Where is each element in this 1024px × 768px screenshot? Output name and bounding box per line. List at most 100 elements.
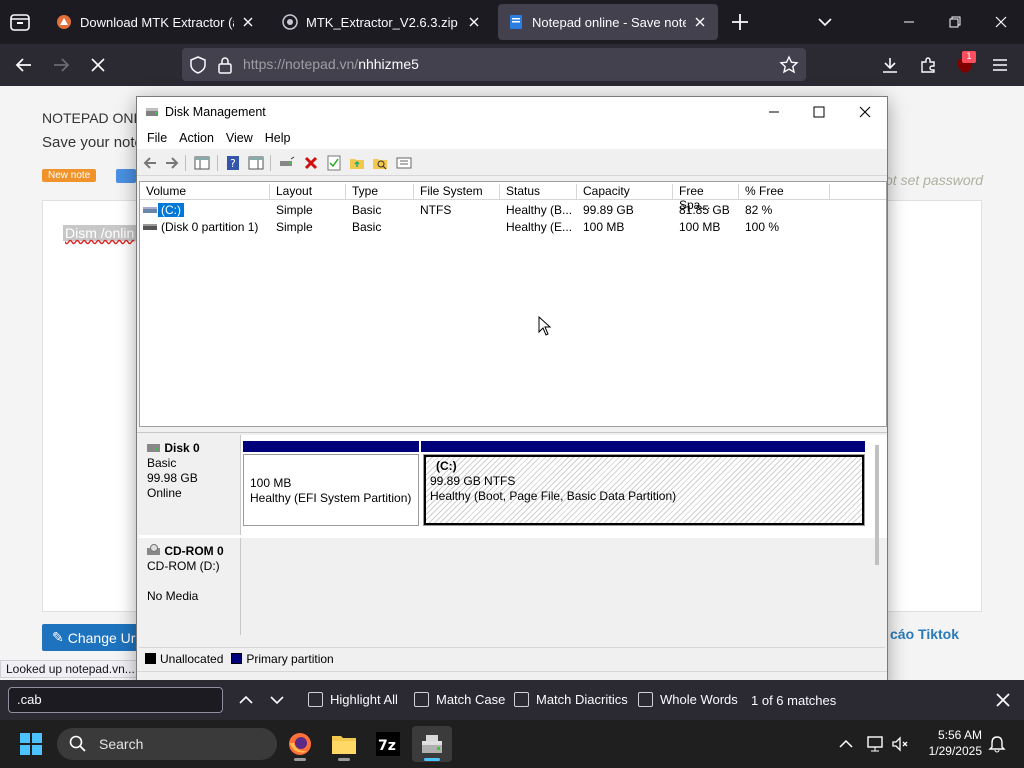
menu-file[interactable]: File <box>141 127 173 149</box>
page-title: NOTEPAD ONL <box>42 110 142 126</box>
cdrom0-label[interactable]: CD-ROM 0 CD-ROM (D:) No Media <box>139 538 241 635</box>
legend-primary: Primary partition <box>246 651 334 666</box>
col-file-system[interactable]: File System <box>414 184 500 200</box>
chevron-up-icon[interactable] <box>236 690 256 710</box>
folder-search-icon[interactable] <box>371 154 389 172</box>
connect-drive-icon[interactable] <box>278 154 296 172</box>
disk0-label[interactable]: Disk 0 Basic 99.98 GB Online <box>139 435 241 535</box>
close-tab-icon[interactable] <box>240 14 256 30</box>
puzzle-icon <box>921 57 935 73</box>
menu-button[interactable] <box>988 53 1012 77</box>
volume-row[interactable]: (Disk 0 partition 1) Simple Basic Health… <box>140 219 886 236</box>
c-partition-status: Healthy (Boot, Page File, Basic Data Par… <box>430 489 677 503</box>
dm-close-button[interactable] <box>842 97 888 127</box>
7zip-taskbar-button[interactable]: 7z <box>368 726 408 762</box>
col-capacity[interactable]: Capacity <box>577 184 673 200</box>
new-tab-icon[interactable] <box>729 11 751 33</box>
col-type[interactable]: Type <box>346 184 414 200</box>
folder-up-icon[interactable] <box>348 154 366 172</box>
browser-tab-bar: Download MTK Extractor (all ve MTK_Extra… <box>0 0 1024 44</box>
network-icon[interactable] <box>866 734 886 754</box>
firefox-taskbar-button[interactable] <box>280 726 320 762</box>
chevron-down-icon[interactable] <box>267 690 287 710</box>
tab-mtk-zip[interactable]: MTK_Extractor_V2.6.3.zip - Andr <box>272 4 492 40</box>
c-partition-label: (C:) <box>436 459 457 473</box>
clock-time: 5:56 AM <box>937 728 982 742</box>
highlight-all-checkbox[interactable]: Highlight All <box>308 692 398 707</box>
volume-pct-free: 100 % <box>745 220 780 234</box>
col-free-space[interactable]: Free Spa... <box>673 184 739 212</box>
disk-management-taskbar-button[interactable] <box>412 726 452 762</box>
page-subtitle: Save your note <box>42 134 143 151</box>
url-bar[interactable]: https://notepad.vn/nhhizme5 <box>182 48 806 81</box>
efi-partition[interactable]: 100 MB Healthy (EFI System Partition) <box>243 454 419 526</box>
back-button[interactable] <box>12 53 36 77</box>
help-icon[interactable]: ? <box>224 154 242 172</box>
close-icon <box>91 58 105 72</box>
menu-help[interactable]: Help <box>259 127 297 149</box>
forward-icon[interactable] <box>163 154 181 172</box>
checkbox-icon <box>638 692 653 707</box>
stop-loading-button[interactable] <box>86 53 110 77</box>
chevron-down-icon[interactable] <box>816 13 834 31</box>
close-window-button[interactable] <box>978 0 1024 44</box>
settings-panel-icon[interactable] <box>395 154 413 172</box>
taskbar-clock[interactable]: 5:56 AM 1/29/2025 <box>924 727 982 759</box>
console-tree-icon[interactable] <box>193 154 211 172</box>
downloads-button[interactable] <box>878 53 902 77</box>
disk0-kind: Basic <box>147 456 177 470</box>
close-icon[interactable] <box>993 690 1013 710</box>
col-volume[interactable]: Volume <box>140 184 270 200</box>
minimize-button[interactable] <box>886 0 932 44</box>
efi-status: Healthy (EFI System Partition) <box>250 491 412 505</box>
check-properties-icon[interactable] <box>325 154 343 172</box>
tiktok-link[interactable]: cáo Tiktok <box>890 626 959 642</box>
cdrom0-name: CD-ROM 0 <box>164 544 224 558</box>
volume-row[interactable]: (C:) Simple Basic NTFS Healthy (B... 99.… <box>140 202 886 219</box>
col-layout[interactable]: Layout <box>270 184 346 200</box>
match-diacritics-checkbox[interactable]: Match Diacritics <box>514 692 628 707</box>
whole-words-checkbox[interactable]: Whole Words <box>638 692 738 707</box>
menu-action[interactable]: Action <box>173 127 220 149</box>
dm-title-bar[interactable]: Disk Management <box>137 97 887 127</box>
col-status[interactable]: Status <box>500 184 577 200</box>
find-input[interactable]: .cab <box>8 687 223 713</box>
change-url-button[interactable]: ✎ Change Url <box>42 624 149 651</box>
taskbar-search[interactable]: Search <box>57 728 277 760</box>
lock-icon[interactable] <box>215 55 235 75</box>
cd-drive-icon <box>147 544 160 555</box>
delete-icon[interactable] <box>302 154 320 172</box>
tab-mtk-download[interactable]: Download MTK Extractor (all ve <box>46 4 266 40</box>
c-partition[interactable]: (C:) 99.89 GB NTFS Healthy (Boot, Page F… <box>423 454 865 526</box>
match-case-checkbox[interactable]: Match Case <box>414 692 505 707</box>
disk-management-app-icon <box>146 108 158 116</box>
tab-notepad-online[interactable]: Notepad online - Save notes onl <box>498 4 718 40</box>
restore-button[interactable] <box>932 0 978 44</box>
disk0-state: Online <box>147 486 182 500</box>
close-tab-icon[interactable] <box>466 14 482 30</box>
chevron-up-icon[interactable] <box>836 734 856 754</box>
share-note-button[interactable] <box>116 169 136 183</box>
close-tab-icon[interactable] <box>692 14 708 30</box>
pane-splitter[interactable] <box>137 429 887 433</box>
forward-button[interactable] <box>49 53 73 77</box>
notification-bell-icon[interactable] <box>987 734 1007 754</box>
url-text: https://notepad.vn/nhhizme5 <box>243 56 419 72</box>
graph-scrollbar[interactable] <box>875 445 879 565</box>
volume-type: Basic <box>352 203 382 217</box>
action-pane-icon[interactable] <box>247 154 265 172</box>
back-icon[interactable] <box>141 154 159 172</box>
set-password-link[interactable]: ot set password <box>885 172 983 188</box>
col-percent-free[interactable]: % Free <box>739 184 830 200</box>
dm-maximize-button[interactable] <box>796 97 842 127</box>
new-note-button[interactable]: New note <box>42 169 97 182</box>
extensions-button[interactable] <box>916 53 940 77</box>
tracking-protection-icon[interactable] <box>188 55 208 75</box>
menu-view[interactable]: View <box>220 127 259 149</box>
volume-muted-icon[interactable] <box>890 734 910 754</box>
file-explorer-taskbar-button[interactable] <box>324 726 364 762</box>
windows-start-icon[interactable] <box>20 733 42 755</box>
all-tabs-icon[interactable] <box>8 10 32 34</box>
bookmark-star-icon[interactable] <box>779 55 799 75</box>
dm-minimize-button[interactable] <box>751 97 797 127</box>
